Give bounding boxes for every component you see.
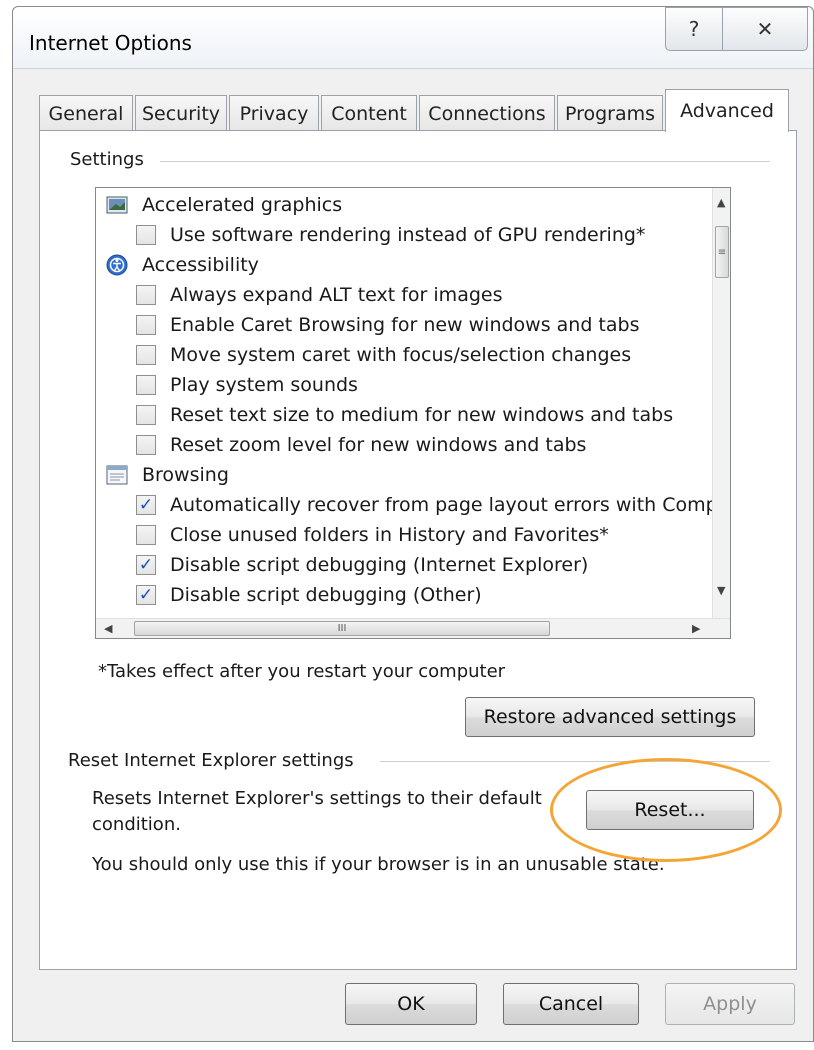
list-item-checkbox[interactable]: Play system sounds bbox=[136, 370, 358, 400]
tab-general[interactable]: General bbox=[39, 95, 133, 131]
tab-connections[interactable]: Connections bbox=[419, 95, 555, 131]
list-item-checkbox[interactable]: Close unused folders in History and Favo… bbox=[136, 520, 609, 550]
list-item-checkbox[interactable]: Use software rendering instead of GPU re… bbox=[136, 220, 645, 250]
horizontal-scroll-thumb[interactable]: III bbox=[134, 621, 550, 636]
list-item-label: Close unused folders in History and Favo… bbox=[170, 524, 609, 546]
internet-options-window: Internet Options ? ✕ General Security Pr… bbox=[12, 6, 814, 1042]
tab-content[interactable]: Content bbox=[321, 95, 417, 131]
list-item-label: Use software rendering instead of GPU re… bbox=[170, 224, 646, 246]
close-icon: ✕ bbox=[756, 17, 774, 41]
settings-list[interactable]: Accelerated graphics Use software render… bbox=[95, 187, 731, 639]
checkbox[interactable] bbox=[136, 525, 156, 545]
settings-group-label: Settings bbox=[70, 149, 152, 170]
checkbox[interactable] bbox=[136, 405, 156, 425]
apply-button[interactable]: Apply bbox=[665, 983, 795, 1025]
tab-programs[interactable]: Programs bbox=[557, 95, 663, 131]
scroll-right-icon[interactable]: ▶ bbox=[692, 622, 700, 635]
checkbox[interactable] bbox=[136, 345, 156, 365]
close-button[interactable]: ✕ bbox=[722, 7, 808, 51]
reset-warning: You should only use this if your browser… bbox=[92, 854, 665, 875]
list-item-category[interactable]: Accessibility bbox=[106, 250, 259, 280]
checkbox[interactable] bbox=[136, 285, 156, 305]
list-item-category[interactable]: Accelerated graphics bbox=[106, 190, 342, 220]
checkbox-checked[interactable]: ✓ bbox=[136, 585, 156, 605]
list-item-label: Browsing bbox=[142, 464, 229, 486]
accessibility-icon bbox=[106, 254, 128, 276]
list-item-label: Always expand ALT text for images bbox=[170, 284, 503, 306]
help-button[interactable]: ? bbox=[665, 7, 723, 51]
tab-advanced[interactable]: Advanced bbox=[665, 89, 789, 132]
monitor-icon bbox=[106, 194, 128, 216]
list-item-checkbox[interactable]: ✓ Automatically recover from page layout… bbox=[136, 490, 714, 520]
list-item-checkbox[interactable]: Move system caret with focus/selection c… bbox=[136, 340, 631, 370]
list-item-label: Reset text size to medium for new window… bbox=[170, 404, 674, 426]
reset-group-label: Reset Internet Explorer settings bbox=[68, 750, 362, 771]
list-item-label: Play system sounds bbox=[170, 374, 358, 396]
scroll-down-icon[interactable]: ▼ bbox=[717, 584, 725, 597]
checkbox-checked[interactable]: ✓ bbox=[136, 495, 156, 515]
help-icon: ? bbox=[688, 17, 700, 41]
reset-description-line1: Resets Internet Explorer's settings to t… bbox=[92, 788, 542, 809]
list-item-checkbox[interactable]: Enable Caret Browsing for new windows an… bbox=[136, 310, 640, 340]
restore-advanced-settings-button[interactable]: Restore advanced settings bbox=[465, 697, 755, 737]
reset-description-line2: condition. bbox=[92, 814, 181, 835]
checkbox[interactable] bbox=[136, 225, 156, 245]
list-item-label: Move system caret with focus/selection c… bbox=[170, 344, 632, 366]
title-bar[interactable]: Internet Options ? ✕ bbox=[13, 7, 813, 69]
list-item-label: Enable Caret Browsing for new windows an… bbox=[170, 314, 640, 336]
list-item-label: Accessibility bbox=[142, 254, 259, 276]
list-item-label: Automatically recover from page layout e… bbox=[170, 494, 714, 516]
list-item-checkbox[interactable]: ✓ Disable script debugging (Internet Exp… bbox=[136, 550, 588, 580]
list-item-checkbox[interactable]: Reset zoom level for new windows and tab… bbox=[136, 430, 586, 460]
reset-button[interactable]: Reset... bbox=[586, 790, 754, 830]
vertical-scroll-thumb[interactable]: ≡ bbox=[715, 226, 729, 278]
checkbox[interactable] bbox=[136, 435, 156, 455]
list-item-checkbox[interactable]: Always expand ALT text for images bbox=[136, 280, 502, 310]
scroll-left-icon[interactable]: ◀ bbox=[104, 622, 112, 635]
browsing-icon bbox=[106, 464, 128, 486]
list-item-label: Disable script debugging (Internet Explo… bbox=[170, 554, 589, 576]
list-item-label: Disable script debugging (Other) bbox=[170, 584, 482, 606]
reset-group-line bbox=[380, 761, 770, 762]
window-title: Internet Options bbox=[29, 31, 192, 55]
list-item-label: Reset zoom level for new windows and tab… bbox=[170, 434, 587, 456]
list-item-label: Accelerated graphics bbox=[142, 194, 343, 216]
settings-group-line bbox=[160, 161, 770, 162]
advanced-panel: Settings Accelerated graphics Use softwa… bbox=[39, 130, 797, 970]
tab-privacy[interactable]: Privacy bbox=[229, 95, 319, 131]
scroll-up-icon[interactable]: ▲ bbox=[717, 196, 725, 209]
list-item-checkbox[interactable]: ✓ Disable script debugging (Other) bbox=[136, 580, 482, 610]
ok-button[interactable]: OK bbox=[345, 983, 477, 1025]
tab-security[interactable]: Security bbox=[135, 95, 227, 131]
checkbox[interactable] bbox=[136, 375, 156, 395]
checkbox-checked[interactable]: ✓ bbox=[136, 555, 156, 575]
list-item-category[interactable]: Browsing bbox=[106, 460, 229, 490]
vertical-scrollbar[interactable]: ▲ ≡ ▼ bbox=[712, 188, 730, 620]
settings-list-items: Accelerated graphics Use software render… bbox=[96, 188, 714, 620]
tab-strip: General Security Privacy Content Connect… bbox=[39, 89, 809, 132]
restart-note: *Takes effect after you restart your com… bbox=[98, 661, 506, 682]
cancel-button[interactable]: Cancel bbox=[503, 983, 639, 1025]
list-item-checkbox[interactable]: Reset text size to medium for new window… bbox=[136, 400, 673, 430]
checkbox[interactable] bbox=[136, 315, 156, 335]
horizontal-scrollbar[interactable]: ◀ III ▶ bbox=[96, 618, 730, 638]
